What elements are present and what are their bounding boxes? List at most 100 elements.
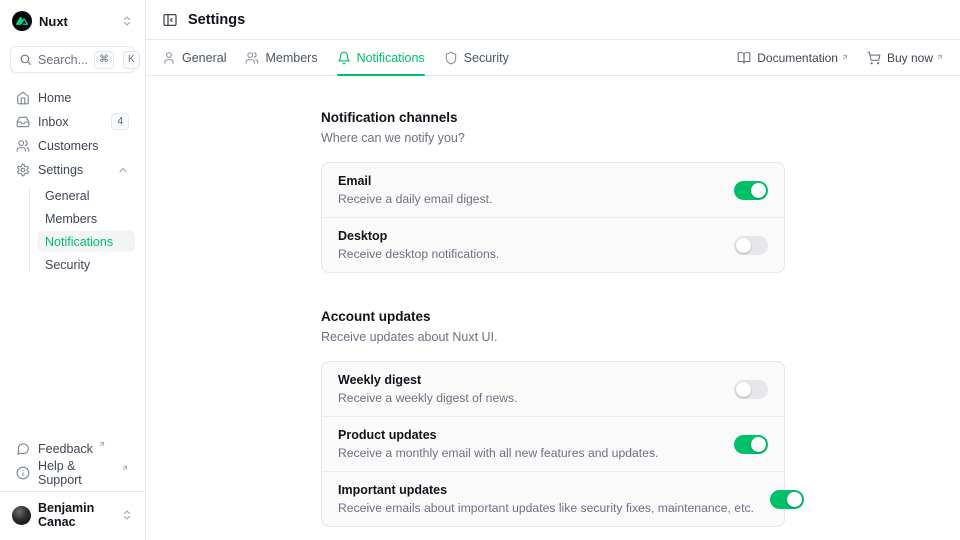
tab-security[interactable]: Security: [444, 40, 509, 75]
book-icon: [737, 51, 751, 65]
setting-title: Email: [338, 174, 492, 188]
setting-description: Receive emails about important updates l…: [338, 501, 754, 515]
sidebar-item-security[interactable]: Security: [37, 254, 135, 275]
setting-row-desktop: Desktop Receive desktop notifications.: [322, 217, 784, 272]
sidebar-item-notifications[interactable]: Notifications: [37, 231, 135, 252]
tab-label: Security: [464, 51, 509, 65]
users-icon: [245, 51, 259, 65]
setting-title: Weekly digest: [338, 373, 518, 387]
bell-icon: [337, 51, 351, 65]
sidebar-subitem-label: Security: [45, 258, 90, 272]
sidebar-item-label: Inbox: [38, 115, 69, 129]
sidebar-item-help-support[interactable]: Help & Support: [10, 462, 135, 483]
avatar: [12, 506, 31, 525]
setting-description: Receive a daily email digest.: [338, 192, 492, 206]
external-link-icon: [936, 53, 944, 61]
app-window: Nuxt Search... ⌘ K Home: [0, 0, 960, 540]
sidebar-item-general[interactable]: General: [37, 185, 135, 206]
setting-row-weekly-digest: Weekly digest Receive a weekly digest of…: [322, 362, 784, 416]
toggle-knob: [736, 238, 751, 253]
account-updates-card: Weekly digest Receive a weekly digest of…: [321, 361, 785, 527]
main-panel: Settings General Members Notifications: [146, 0, 960, 540]
toggle-knob: [736, 382, 751, 397]
section-title: Account updates: [321, 309, 785, 324]
sidebar-spacer: [10, 275, 135, 424]
info-circle-icon: [16, 466, 30, 480]
email-toggle[interactable]: [734, 181, 768, 200]
setting-title: Desktop: [338, 229, 499, 243]
sidebar-item-settings[interactable]: Settings: [10, 159, 135, 180]
tab-general[interactable]: General: [162, 40, 226, 75]
kbd-k: K: [123, 51, 140, 69]
speech-bubble-icon: [16, 442, 30, 456]
notification-channels-card: Email Receive a daily email digest. Desk…: [321, 162, 785, 273]
sidebar-item-label: Home: [38, 91, 71, 105]
setting-description: Receive a monthly email with all new fea…: [338, 446, 658, 460]
shield-icon: [444, 51, 458, 65]
tab-label: General: [182, 51, 226, 65]
home-icon: [16, 91, 30, 105]
search-icon: [19, 53, 32, 66]
tab-label: Notifications: [357, 51, 425, 65]
setting-title: Product updates: [338, 428, 658, 442]
tab-label: Members: [265, 51, 317, 65]
page-title: Settings: [188, 12, 245, 28]
sidebar-collapse-icon[interactable]: [162, 12, 178, 28]
sidebar-item-customers[interactable]: Customers: [10, 135, 135, 156]
chevron-up-icon: [117, 164, 129, 176]
sidebar-item-inbox[interactable]: Inbox 4: [10, 111, 135, 132]
page-header: Settings: [146, 0, 960, 40]
sidebar-subitem-label: General: [45, 189, 89, 203]
section-account-updates: Account updates Receive updates about Nu…: [321, 309, 785, 527]
shopping-cart-icon: [867, 51, 881, 65]
external-link-icon: [841, 53, 849, 61]
section-notification-channels: Notification channels Where can we notif…: [321, 110, 785, 273]
sidebar-item-members[interactable]: Members: [37, 208, 135, 229]
settings-subnav: General Members Notifications Security: [10, 185, 135, 275]
toggle-knob: [787, 492, 802, 507]
section-description: Where can we notify you?: [321, 131, 785, 145]
action-label: Documentation: [757, 51, 838, 65]
user-name: Benjamin Canac: [38, 501, 114, 529]
weekly-digest-toggle[interactable]: [734, 380, 768, 399]
desktop-toggle[interactable]: [734, 236, 768, 255]
inbox-icon: [16, 115, 30, 129]
setting-row-product-updates: Product updates Receive a monthly email …: [322, 416, 784, 471]
tab-notifications[interactable]: Notifications: [337, 40, 425, 75]
workspace-name: Nuxt: [39, 14, 68, 29]
inbox-count-badge: 4: [111, 113, 129, 130]
sidebar-item-home[interactable]: Home: [10, 87, 135, 108]
important-updates-toggle[interactable]: [770, 490, 804, 509]
user-menu[interactable]: Benjamin Canac: [0, 491, 145, 534]
sidebar-subitem-label: Notifications: [45, 235, 113, 249]
sidebar: Nuxt Search... ⌘ K Home: [0, 0, 146, 540]
buy-now-button[interactable]: Buy now: [867, 51, 944, 65]
sidebar-subitem-label: Members: [45, 212, 97, 226]
section-title: Notification channels: [321, 110, 785, 125]
tab-members[interactable]: Members: [245, 40, 317, 75]
toggle-knob: [751, 437, 766, 452]
users-icon: [16, 139, 30, 153]
sidebar-item-label: Customers: [38, 139, 98, 153]
setting-row-important-updates: Important updates Receive emails about i…: [322, 471, 784, 526]
settings-tabbar: General Members Notifications Security: [146, 40, 960, 76]
external-link-icon: [121, 464, 129, 472]
toggle-knob: [751, 183, 766, 198]
sidebar-item-feedback[interactable]: Feedback: [10, 438, 135, 459]
kbd-meta: ⌘: [94, 51, 114, 69]
sidebar-item-label: Settings: [38, 163, 83, 177]
nuxt-logo-icon: [12, 11, 32, 31]
gear-icon: [16, 163, 30, 177]
chevron-up-down-icon: [121, 509, 133, 521]
setting-description: Receive desktop notifications.: [338, 247, 499, 261]
sidebar-footer-nav: Feedback Help & Support: [10, 438, 135, 483]
header-actions: Documentation Buy now: [737, 40, 944, 75]
documentation-button[interactable]: Documentation: [737, 51, 849, 65]
setting-description: Receive a weekly digest of news.: [338, 391, 518, 405]
search-input[interactable]: Search... ⌘ K: [10, 46, 135, 73]
workspace-switcher[interactable]: Nuxt: [10, 9, 135, 33]
external-link-icon: [98, 440, 106, 448]
product-updates-toggle[interactable]: [734, 435, 768, 454]
sidebar-nav: Home Inbox 4 Customers Settings: [10, 87, 135, 275]
section-description: Receive updates about Nuxt UI.: [321, 330, 785, 344]
